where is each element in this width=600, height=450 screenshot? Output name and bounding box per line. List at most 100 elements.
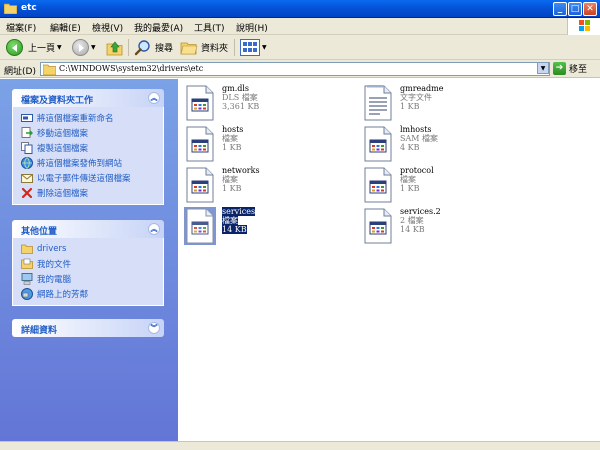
toolbar-separator [128, 39, 129, 56]
place-my-documents[interactable]: 我的文件 [13, 256, 163, 271]
go-arrow-icon: ➔ [553, 62, 566, 75]
generic-file-icon [364, 126, 392, 162]
task-publish-web-label: 將這個檔案發佈到網站 [37, 158, 123, 169]
file-size: 1 KB [222, 184, 242, 193]
file-type: 文字文件 [400, 93, 432, 102]
file-type: 檔案 [222, 175, 238, 184]
other-places-panel: 其他位置 ︽ drivers 我的文件 我的電腦 網路上的芳鄰 [12, 220, 164, 306]
expand-chevron-icon[interactable]: ︾ [148, 322, 160, 334]
generic-file-icon [186, 85, 214, 121]
generic-file-icon [364, 208, 392, 244]
file-item[interactable]: services.2 2 檔案 14 KB [362, 207, 532, 247]
file-name: networks [222, 166, 260, 175]
file-size: 14 KB [400, 225, 425, 234]
folders-button[interactable]: 資料夾 [180, 38, 228, 57]
menu-help[interactable]: 說明(H) [236, 21, 268, 34]
back-dropdown-icon[interactable]: ▼ [57, 44, 62, 51]
file-size: 4 KB [400, 143, 420, 152]
collapse-chevron-icon[interactable]: ︽ [148, 92, 160, 104]
file-name: lmhosts [400, 125, 432, 134]
move-icon [21, 126, 33, 138]
close-button[interactable]: ✕ [583, 2, 597, 16]
forward-dropdown-icon[interactable]: ▼ [91, 44, 96, 51]
task-publish-web[interactable]: 將這個檔案發佈到網站 [13, 155, 163, 170]
file-list: gm.dls DLS 檔案 3,361 KB gmreadme 文字文件 1 KB host… [178, 79, 600, 441]
task-pane: 檔案及資料夾工作 ︽ 將這個檔案重新命名 移動這個檔案 複製這個檔案 將這個檔案… [0, 79, 178, 441]
generic-file-icon [184, 207, 216, 245]
go-button[interactable]: ➔ 移至 [553, 62, 587, 75]
file-type: 檔案 [222, 134, 238, 143]
place-drivers[interactable]: drivers [13, 241, 163, 256]
file-type: 2 檔案 [400, 216, 424, 225]
minimize-button[interactable]: _ [553, 2, 567, 16]
folder-icon [43, 64, 56, 75]
file-size: 1 KB [400, 184, 420, 193]
copy-icon [21, 141, 33, 154]
file-name: gm.dls [222, 84, 250, 93]
other-places-header[interactable]: 其他位置 ︽ [12, 220, 164, 238]
address-path: C:\WINDOWS\system32\drivers\etc [59, 64, 204, 73]
search-label: 搜尋 [155, 44, 174, 54]
file-name: services [222, 207, 256, 216]
window-title: etc [21, 3, 37, 13]
task-move[interactable]: 移動這個檔案 [13, 125, 163, 140]
collapse-chevron-icon[interactable]: ︽ [148, 223, 160, 235]
views-icon [240, 39, 260, 56]
menu-view[interactable]: 檢視(V) [92, 21, 123, 34]
file-type: 檔案 [222, 216, 238, 225]
menu-tools[interactable]: 工具(T) [194, 21, 225, 34]
file-size: 1 KB [400, 102, 420, 111]
menu-edit[interactable]: 編輯(E) [50, 21, 81, 34]
file-name: services.2 [400, 207, 441, 216]
address-bar: 網址(D) C:\WINDOWS\system32\drivers\etc ▼ … [0, 60, 600, 78]
title-bar: etc _ □ ✕ [0, 0, 600, 18]
publish-web-icon [21, 156, 33, 169]
place-network-label: 網路上的芳鄰 [37, 289, 89, 300]
address-dropdown-icon[interactable]: ▼ [537, 62, 549, 74]
search-button[interactable]: 搜尋 [134, 38, 173, 57]
details-header[interactable]: 詳細資料 ︾ [12, 319, 164, 337]
other-places-title: 其他位置 [21, 227, 58, 237]
place-network[interactable]: 網路上的芳鄰 [13, 286, 163, 301]
back-button[interactable]: 上一頁 ▼ [6, 38, 62, 57]
file-name: hosts [222, 125, 244, 134]
file-item[interactable]: gm.dls DLS 檔案 3,361 KB [184, 84, 354, 124]
network-places-icon [21, 287, 33, 300]
address-field[interactable]: C:\WINDOWS\system32\drivers\etc [40, 62, 550, 76]
task-email[interactable]: 以電子郵件傳送這個檔案 [13, 170, 163, 185]
up-folder-button[interactable] [106, 38, 124, 57]
file-item[interactable]: hosts 檔案 1 KB [184, 125, 354, 165]
views-dropdown-icon[interactable]: ▼ [262, 44, 267, 51]
file-type: DLS 檔案 [222, 93, 258, 102]
menu-file[interactable]: 檔案(F) [6, 21, 36, 34]
status-bar [0, 441, 600, 450]
place-drivers-label: drivers [37, 243, 67, 254]
place-my-computer-label: 我的電腦 [37, 274, 72, 285]
up-folder-icon [106, 41, 123, 55]
folder-icon [21, 244, 33, 254]
task-copy-label: 複製這個檔案 [37, 143, 89, 154]
task-delete[interactable]: 刪除這個檔案 [13, 185, 163, 200]
toolbar: 上一頁 ▼ ▼ 搜尋 資料夾 ▼ [0, 35, 600, 60]
maximize-button[interactable]: □ [568, 2, 582, 16]
task-email-label: 以電子郵件傳送這個檔案 [37, 173, 131, 184]
details-panel: 詳細資料 ︾ [12, 319, 164, 337]
menu-favorites[interactable]: 我的最愛(A) [134, 21, 183, 34]
file-tasks-header[interactable]: 檔案及資料夾工作 ︽ [12, 89, 164, 107]
task-copy[interactable]: 複製這個檔案 [13, 140, 163, 155]
file-name: gmreadme [400, 84, 444, 93]
delete-icon [21, 187, 33, 198]
place-my-computer[interactable]: 我的電腦 [13, 271, 163, 286]
file-item[interactable]: protocol 檔案 1 KB [362, 166, 532, 206]
file-item[interactable]: networks 檔案 1 KB [184, 166, 354, 206]
file-tasks-panel: 檔案及資料夾工作 ︽ 將這個檔案重新命名 移動這個檔案 複製這個檔案 將這個檔案… [12, 89, 164, 205]
forward-button[interactable]: ▼ [72, 38, 96, 57]
go-label: 移至 [569, 65, 588, 75]
task-rename[interactable]: 將這個檔案重新命名 [13, 110, 163, 125]
views-button[interactable]: ▼ [240, 38, 267, 57]
file-item[interactable]: gmreadme 文字文件 1 KB [362, 84, 532, 124]
file-name: protocol [400, 166, 434, 175]
file-item[interactable]: services 檔案 14 KB [184, 207, 354, 247]
file-item[interactable]: lmhosts SAM 檔案 4 KB [362, 125, 532, 165]
file-size: 14 KB [222, 225, 247, 234]
